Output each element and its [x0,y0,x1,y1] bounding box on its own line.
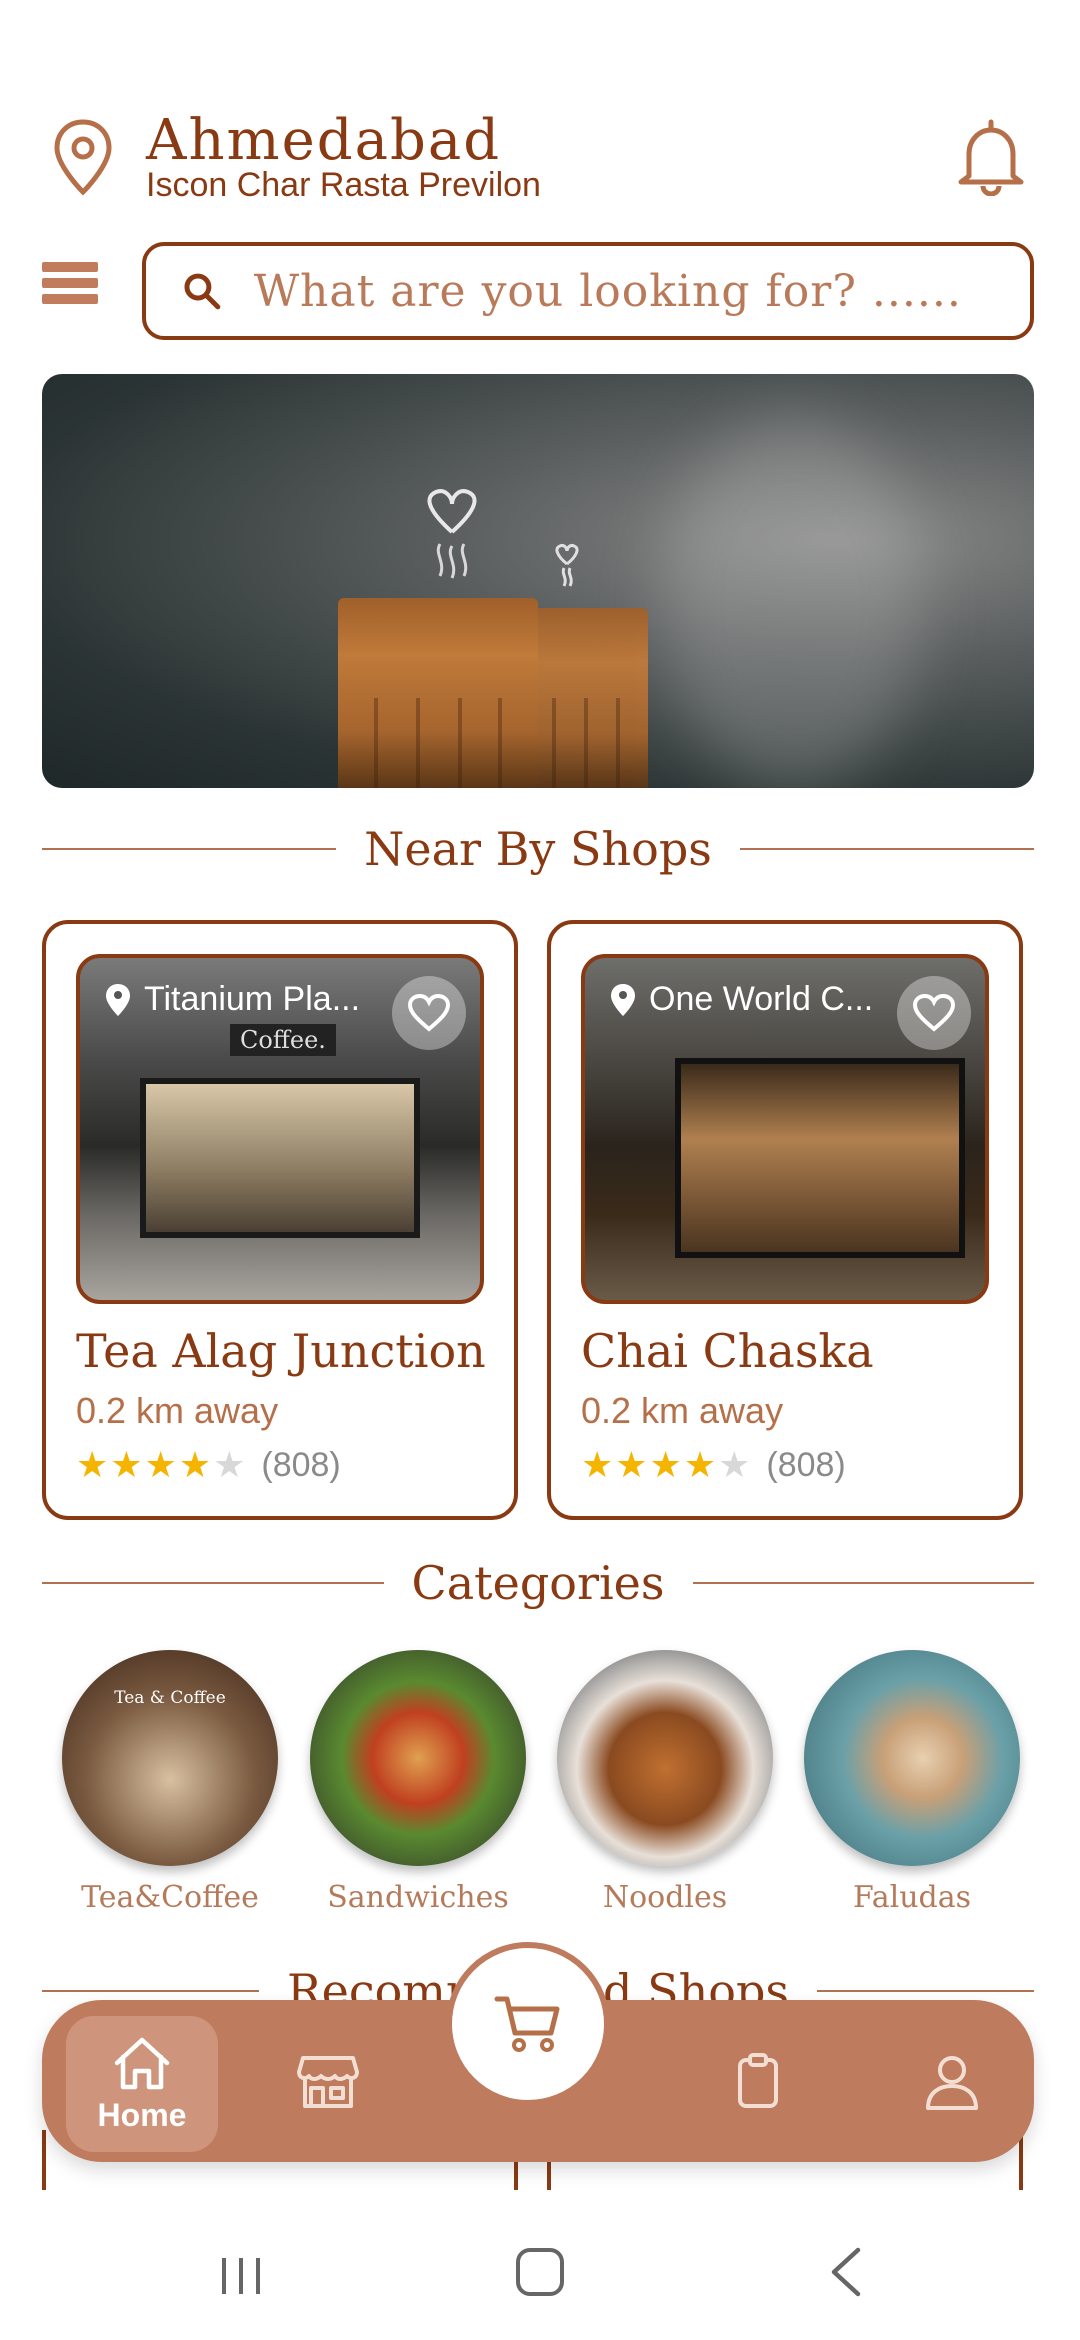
category-image[interactable] [804,1650,1020,1866]
shop-card[interactable]: One World C... Chai Chaska 0.2 km away ★… [547,920,1023,1520]
city-name[interactable]: Ahmedabad [146,108,501,173]
section-title-nearby: Near By Shops [364,822,712,876]
promo-banner[interactable] [42,374,1034,788]
star-rating: ★★★★★ [76,1444,248,1485]
category-label: Sandwiches [327,1880,509,1915]
shop-name[interactable]: Tea Alag Junction [76,1324,486,1378]
section-title-categories: Categories [411,1556,665,1610]
heart-icon [912,993,956,1032]
star-rating: ★★★★★ [581,1444,753,1485]
category-faludas[interactable]: Faludas [802,1650,1022,1915]
steam-heart-decoration [427,489,477,579]
notification-bell-icon[interactable] [955,118,1027,196]
shop-name[interactable]: Chai Chaska [581,1324,874,1378]
orders-icon [738,2053,778,2108]
category-label: Faludas [852,1880,972,1915]
recent-apps-icon[interactable] [218,2254,264,2298]
location-pin-icon [611,983,635,1016]
category-image[interactable]: Tea & Coffee [62,1650,278,1866]
menu-icon[interactable] [42,262,98,322]
nav-orders[interactable] [708,2000,808,2162]
search-icon [184,273,221,310]
shop-image[interactable]: One World C... [581,954,989,1304]
heart-icon [407,993,451,1032]
category-label: Tea&Coffee [81,1880,259,1915]
nav-stores[interactable] [278,2000,378,2162]
section-divider-nearby: Near By Shops [42,822,1034,876]
cart-icon [494,1996,560,2052]
search-bar[interactable] [142,242,1034,340]
category-noodles[interactable]: Noodles [555,1650,775,1915]
section-divider-categories: Categories [42,1556,1034,1610]
system-home-icon[interactable] [516,2248,564,2296]
shop-location: One World C... [609,980,909,1019]
shop-distance: 0.2 km away [76,1390,279,1431]
chai-glass-back [522,608,648,788]
back-icon[interactable] [826,2246,866,2298]
shop-card[interactable]: Coffee. Titanium Pla... Tea Alag Junctio… [42,920,518,1520]
shop-rating: ★★★★★ (808) [76,1444,341,1486]
shop-distance: 0.2 km away [581,1390,784,1431]
category-sandwiches[interactable]: Sandwiches [308,1650,528,1915]
nav-home[interactable]: Home [66,2016,218,2152]
location-pin-icon [106,983,130,1016]
shop-location: Titanium Pla... [104,980,404,1019]
favorite-button[interactable] [897,976,971,1050]
address-line[interactable]: Iscon Char Rasta Previlon [146,166,541,205]
review-count: (808) [766,1445,846,1484]
category-image[interactable] [557,1650,773,1866]
cart-button[interactable] [446,1942,610,2106]
search-input[interactable] [253,265,1030,317]
store-icon [297,2056,359,2108]
favorite-button[interactable] [392,976,466,1050]
profile-icon [926,2056,978,2110]
shop-image[interactable]: Coffee. Titanium Pla... [76,954,484,1304]
nav-profile[interactable] [902,2000,1002,2162]
location-pin-icon[interactable] [52,118,114,198]
category-label: Noodles [602,1880,728,1915]
home-icon [114,2037,170,2089]
shop-rating: ★★★★★ (808) [581,1444,846,1486]
chai-glass-front [338,598,538,788]
shop-sign: Coffee. [230,1024,336,1056]
review-count: (808) [261,1445,341,1484]
small-steam-heart-decoration [555,544,579,587]
category-tea-coffee[interactable]: Tea & Coffee Tea&Coffee [60,1650,280,1915]
category-image[interactable] [310,1650,526,1866]
